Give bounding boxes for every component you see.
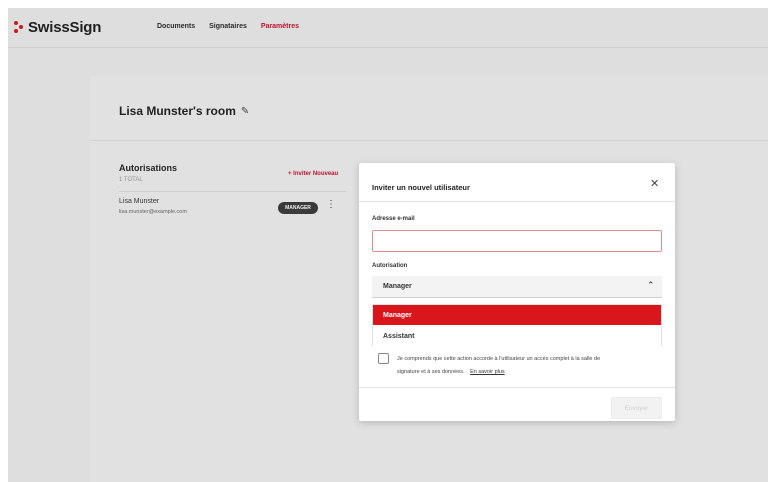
consent-text-line2: signature et à ses données. En savoir pl… bbox=[397, 369, 505, 375]
app-window: SwissSign Documents Signataires Paramètr… bbox=[8, 8, 768, 482]
consent-checkbox[interactable] bbox=[378, 353, 389, 364]
consent-text: signature et à ses données. bbox=[397, 369, 465, 375]
send-button[interactable]: Envoyer bbox=[611, 397, 662, 419]
email-label: Adresse e-mail bbox=[372, 216, 415, 222]
option-assistant[interactable]: Assistant bbox=[373, 326, 661, 346]
footer-divider bbox=[359, 387, 675, 388]
authorization-options: Manager Assistant bbox=[372, 304, 662, 346]
consent-text-line1: Je comprends que cette action accorde à … bbox=[397, 356, 601, 362]
close-icon[interactable]: ✕ bbox=[650, 179, 659, 190]
dialog-divider bbox=[359, 201, 675, 202]
dialog-title: Inviter un nouvel utilisateur bbox=[372, 183, 470, 192]
chevron-up-icon: ⌃ bbox=[647, 280, 655, 290]
learn-more-link[interactable]: En savoir plus bbox=[470, 369, 505, 375]
email-input[interactable] bbox=[372, 230, 662, 252]
invite-user-dialog: Inviter un nouvel utilisateur ✕ Adresse … bbox=[359, 163, 675, 421]
selected-value: Manager bbox=[383, 283, 412, 290]
option-manager[interactable]: Manager bbox=[373, 305, 661, 325]
authorization-select[interactable]: Manager ⌃ bbox=[372, 276, 662, 298]
authorization-label: Autorisation bbox=[372, 263, 408, 269]
